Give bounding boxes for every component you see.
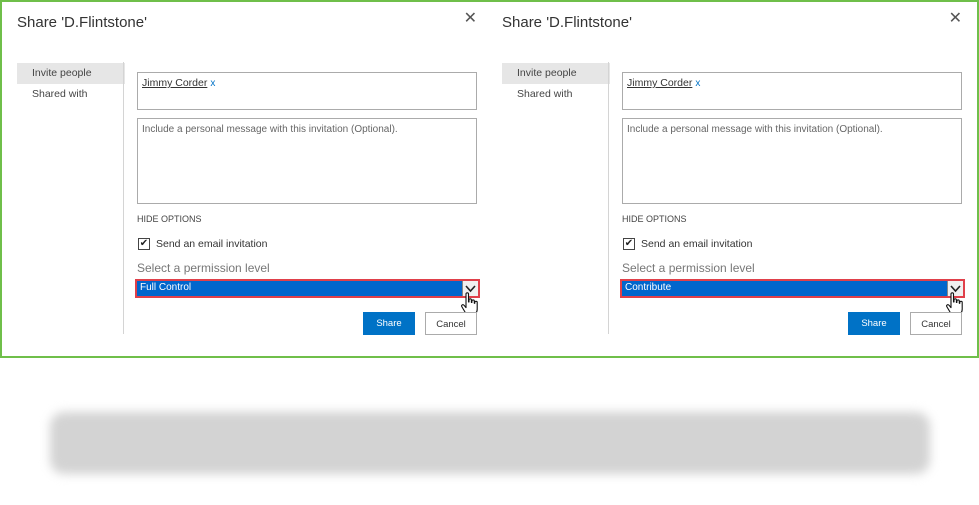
permission-level-select[interactable]: Full Control — [135, 279, 480, 298]
person-token-name[interactable]: Jimmy Corder — [627, 77, 692, 89]
message-placeholder: Include a personal message with this inv… — [627, 124, 883, 135]
email-invitation-checkbox[interactable]: ✔ — [138, 238, 150, 250]
permission-level-label: Select a permission level — [137, 261, 270, 275]
close-icon[interactable]: ✕ — [464, 11, 477, 27]
nav-invite-people[interactable]: Invite people — [17, 63, 125, 84]
checkmark-icon: ✔ — [624, 238, 634, 249]
nav-divider — [123, 62, 124, 334]
nav-divider — [608, 62, 609, 334]
cancel-button[interactable]: Cancel — [425, 312, 477, 335]
remove-person-icon[interactable]: x — [210, 78, 215, 89]
people-picker-input[interactable]: Jimmy Corder x — [137, 72, 477, 110]
person-token: Jimmy Corder x — [627, 77, 700, 89]
dialog-nav: Invite people Shared with — [17, 63, 125, 105]
share-button[interactable]: Share — [848, 312, 900, 335]
permission-level-value: Full Control — [140, 282, 192, 293]
email-invitation-label: Send an email invitation — [641, 238, 753, 250]
share-button[interactable]: Share — [363, 312, 415, 335]
email-invitation-checkbox[interactable]: ✔ — [623, 238, 635, 250]
person-token: Jimmy Corder x — [142, 77, 215, 89]
remove-person-icon[interactable]: x — [695, 78, 700, 89]
cancel-button[interactable]: Cancel — [910, 312, 962, 335]
nav-shared-with[interactable]: Shared with — [502, 84, 610, 105]
nav-invite-people[interactable]: Invite people — [502, 63, 610, 84]
hide-options-link[interactable]: HIDE OPTIONS — [622, 214, 687, 224]
people-picker-input[interactable]: Jimmy Corder x — [622, 72, 962, 110]
share-dialog-contribute: Share 'D.Flintstone' ✕ Invite people Sha… — [487, 2, 974, 356]
share-dialog-full-control: Share 'D.Flintstone' ✕ Invite people Sha… — [2, 2, 489, 356]
dialog-nav: Invite people Shared with — [502, 63, 610, 105]
screenshot-frame: Share 'D.Flintstone' ✕ Invite people Sha… — [0, 0, 979, 358]
dialog-title: Share 'D.Flintstone' — [502, 14, 632, 31]
blurred-banner — [50, 412, 930, 474]
close-icon[interactable]: ✕ — [949, 11, 962, 27]
personal-message-input[interactable]: Include a personal message with this inv… — [137, 118, 477, 204]
personal-message-input[interactable]: Include a personal message with this inv… — [622, 118, 962, 204]
permission-level-select[interactable]: Contribute — [620, 279, 965, 298]
checkmark-icon: ✔ — [139, 238, 149, 249]
permission-level-label: Select a permission level — [622, 261, 755, 275]
email-invitation-label: Send an email invitation — [156, 238, 268, 250]
nav-shared-with[interactable]: Shared with — [17, 84, 125, 105]
dialog-title: Share 'D.Flintstone' — [17, 14, 147, 31]
person-token-name[interactable]: Jimmy Corder — [142, 77, 207, 89]
message-placeholder: Include a personal message with this inv… — [142, 124, 398, 135]
hide-options-link[interactable]: HIDE OPTIONS — [137, 214, 202, 224]
permission-level-value: Contribute — [625, 282, 672, 293]
